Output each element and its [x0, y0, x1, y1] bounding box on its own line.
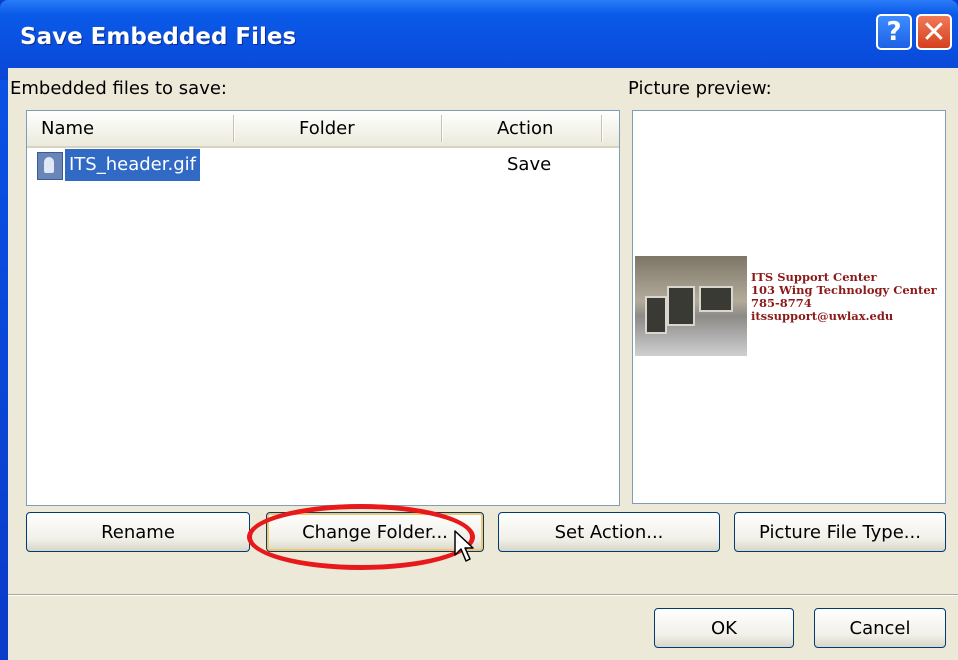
preview-text: ITS Support Center 103 Wing Technology C…: [751, 271, 943, 323]
embedded-files-label: Embedded files to save:: [10, 78, 227, 99]
mouse-cursor-icon: [454, 530, 474, 562]
column-header-folder[interactable]: Folder: [299, 111, 355, 146]
rename-button[interactable]: Rename: [26, 512, 250, 552]
photo-detail: [667, 286, 695, 326]
file-action: Save: [507, 154, 552, 175]
file-name: ITS_header.gif: [65, 149, 200, 181]
preview-line: itssupport@uwlax.edu: [751, 309, 894, 323]
ok-button[interactable]: OK: [654, 608, 794, 648]
column-header-name[interactable]: Name: [41, 111, 94, 146]
photo-detail: [645, 296, 667, 334]
list-item[interactable]: ITS_header.gif Save: [37, 149, 597, 181]
help-button[interactable]: ?: [876, 14, 912, 50]
separator: [8, 594, 958, 596]
picture-preview: ITS Support Center 103 Wing Technology C…: [632, 110, 946, 504]
set-action-button[interactable]: Set Action...: [498, 512, 720, 552]
picture-file-type-button[interactable]: Picture File Type...: [734, 512, 946, 552]
save-embedded-files-dialog: Save Embedded Files ? ✕ Embedded files t…: [0, 0, 958, 660]
help-icon: ?: [886, 17, 902, 47]
cancel-button[interactable]: Cancel: [814, 608, 946, 648]
annotation-oval: [247, 504, 475, 570]
column-divider[interactable]: [601, 115, 603, 142]
close-icon: ✕: [921, 14, 947, 50]
column-header-action[interactable]: Action: [497, 111, 553, 146]
column-divider[interactable]: [441, 115, 443, 142]
dialog-body: Embedded files to save: Picture preview:…: [8, 68, 958, 660]
embedded-files-list[interactable]: Name Folder Action ITS_header.gif Save: [26, 110, 620, 506]
preview-photo: [635, 256, 747, 356]
close-button[interactable]: ✕: [916, 14, 952, 50]
column-divider[interactable]: [233, 115, 235, 142]
list-header: Name Folder Action: [27, 111, 619, 148]
image-file-icon: [37, 152, 63, 180]
dialog-title: Save Embedded Files: [20, 24, 297, 50]
picture-preview-label: Picture preview:: [628, 78, 772, 99]
photo-detail: [699, 286, 733, 312]
